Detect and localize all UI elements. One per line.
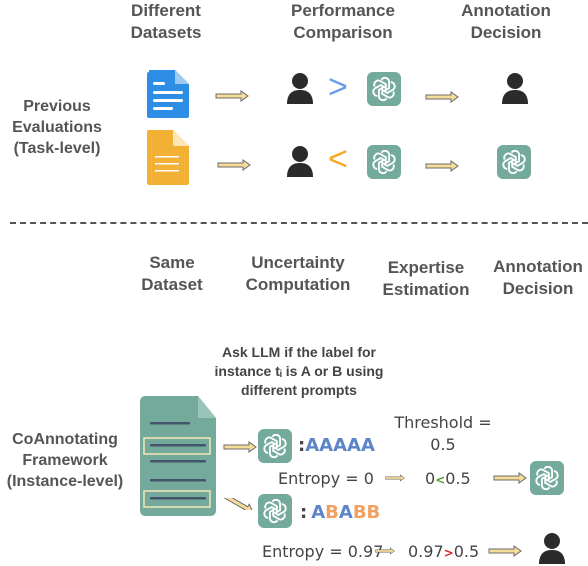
decision-human-icon: [500, 72, 530, 104]
document-blue-icon: [147, 70, 189, 120]
sequence-letter-a: A: [360, 435, 375, 456]
sequence-letter-b: B: [352, 502, 367, 523]
header-performance-comparison: Performance Comparison: [283, 0, 403, 44]
arrow-icon: [215, 90, 249, 102]
prompt-line: instance tᵢ is A or B using: [214, 363, 384, 379]
row-label-line: Framework: [22, 452, 108, 469]
greater-than-symbol: >: [328, 68, 348, 106]
human-annotator-icon: [285, 145, 315, 177]
header-line: Annotation: [493, 257, 583, 276]
decision-llm-icon: [530, 461, 564, 495]
row-label-line: (Task-level): [13, 140, 101, 157]
llm-icon: [367, 72, 401, 106]
sequence-prefix: :: [300, 502, 308, 523]
row-label-line: Previous: [23, 98, 91, 115]
sequence-letter-b: B: [325, 502, 339, 523]
threshold-label: Threshold = 0.5: [388, 412, 498, 456]
row-label-coannotating-framework: CoAnnotating Framework (Instance-level): [0, 429, 130, 492]
llm-icon: [367, 145, 401, 179]
small-arrow-icon: [375, 545, 395, 557]
header-line: Different: [131, 1, 201, 20]
section-divider: [10, 222, 588, 224]
llm-icon: [258, 429, 292, 463]
small-arrow-icon: [385, 472, 405, 484]
sequence-letter-a: A: [305, 435, 320, 456]
entropy-label-case1: Entropy = 0: [278, 469, 374, 488]
sequence-letters: AAAAA: [305, 435, 375, 456]
header-expertise-estimation: Expertise Estimation: [374, 257, 478, 301]
header-line: Expertise: [387, 258, 465, 277]
row-label-previous-evaluations: Previous Evaluations (Task-level): [2, 96, 112, 159]
document-orange-icon: [147, 130, 189, 185]
comparison-case2: 0.97>0.5: [408, 542, 479, 561]
header-line: Same: [149, 253, 195, 272]
cmp-right: 0.5: [453, 542, 480, 561]
header-line: Annotation: [461, 1, 551, 20]
sequence-letter-a: A: [319, 435, 334, 456]
arrow-icon: [425, 160, 459, 172]
header-line: Decision: [502, 279, 574, 298]
header-annotation-decision-2: Annotation Decision: [486, 256, 588, 300]
header-line: Performance: [291, 1, 395, 20]
arrow-icon: [488, 545, 522, 557]
header-line: Estimation: [382, 280, 470, 299]
decision-llm-icon: [497, 145, 531, 179]
arrow-icon: [217, 159, 251, 171]
decision-human-icon: [537, 532, 567, 564]
header-line: Uncertainty: [251, 253, 345, 272]
header-line: Decision: [470, 23, 542, 42]
row-label-line: Evaluations: [12, 119, 102, 136]
comparison-case1: 0<0.5: [425, 469, 471, 488]
sequence-letter-a: A: [333, 435, 348, 456]
row-label-line: (Instance-level): [6, 473, 124, 490]
llm-icon: [258, 494, 292, 528]
row-label-line: CoAnnotating: [12, 431, 118, 448]
cmp-left: 0.97: [408, 542, 444, 561]
prompt-description: Ask LLM if the label for instance tᵢ is …: [190, 343, 408, 400]
less-than-symbol: <: [328, 140, 348, 178]
entropy-label-case2: Entropy = 0.97: [262, 542, 384, 561]
threshold-line: Threshold =: [394, 413, 492, 432]
prompt-line: different prompts: [241, 382, 357, 398]
sequence-letter-a: A: [338, 502, 353, 523]
header-line: Datasets: [130, 23, 202, 42]
threshold-value: 0.5: [430, 435, 456, 454]
label-sequence-aaaaa: :AAAAA: [298, 435, 375, 456]
diagonal-arrow-icon: [222, 498, 256, 510]
dataset-document-icon: [140, 396, 216, 516]
sequence-letter-a: A: [311, 502, 326, 523]
sequence-letter-a: A: [347, 435, 361, 456]
arrow-icon: [425, 91, 459, 103]
header-line: Computation: [245, 275, 351, 294]
header-uncertainty-computation: Uncertainty Computation: [236, 252, 360, 296]
label-sequence-ababb: : ABABB: [300, 502, 380, 523]
cmp-op-greater-than: >: [443, 546, 454, 560]
header-different-datasets: Different Datasets: [120, 0, 212, 44]
cmp-right: 0.5: [445, 469, 471, 488]
sequence-letter-b: B: [366, 502, 381, 523]
header-line: Comparison: [293, 23, 393, 42]
arrow-icon: [223, 441, 257, 453]
human-annotator-icon: [285, 72, 315, 104]
arrow-icon: [493, 472, 527, 484]
header-line: Dataset: [141, 275, 203, 294]
header-annotation-decision: Annotation Decision: [448, 0, 564, 44]
cmp-left: 0: [425, 469, 436, 488]
header-same-dataset: Same Dataset: [130, 252, 214, 296]
prompt-line: Ask LLM if the label for: [221, 344, 376, 360]
cmp-op-less-than: <: [435, 473, 446, 487]
sequence-letters: ABABB: [311, 502, 380, 523]
